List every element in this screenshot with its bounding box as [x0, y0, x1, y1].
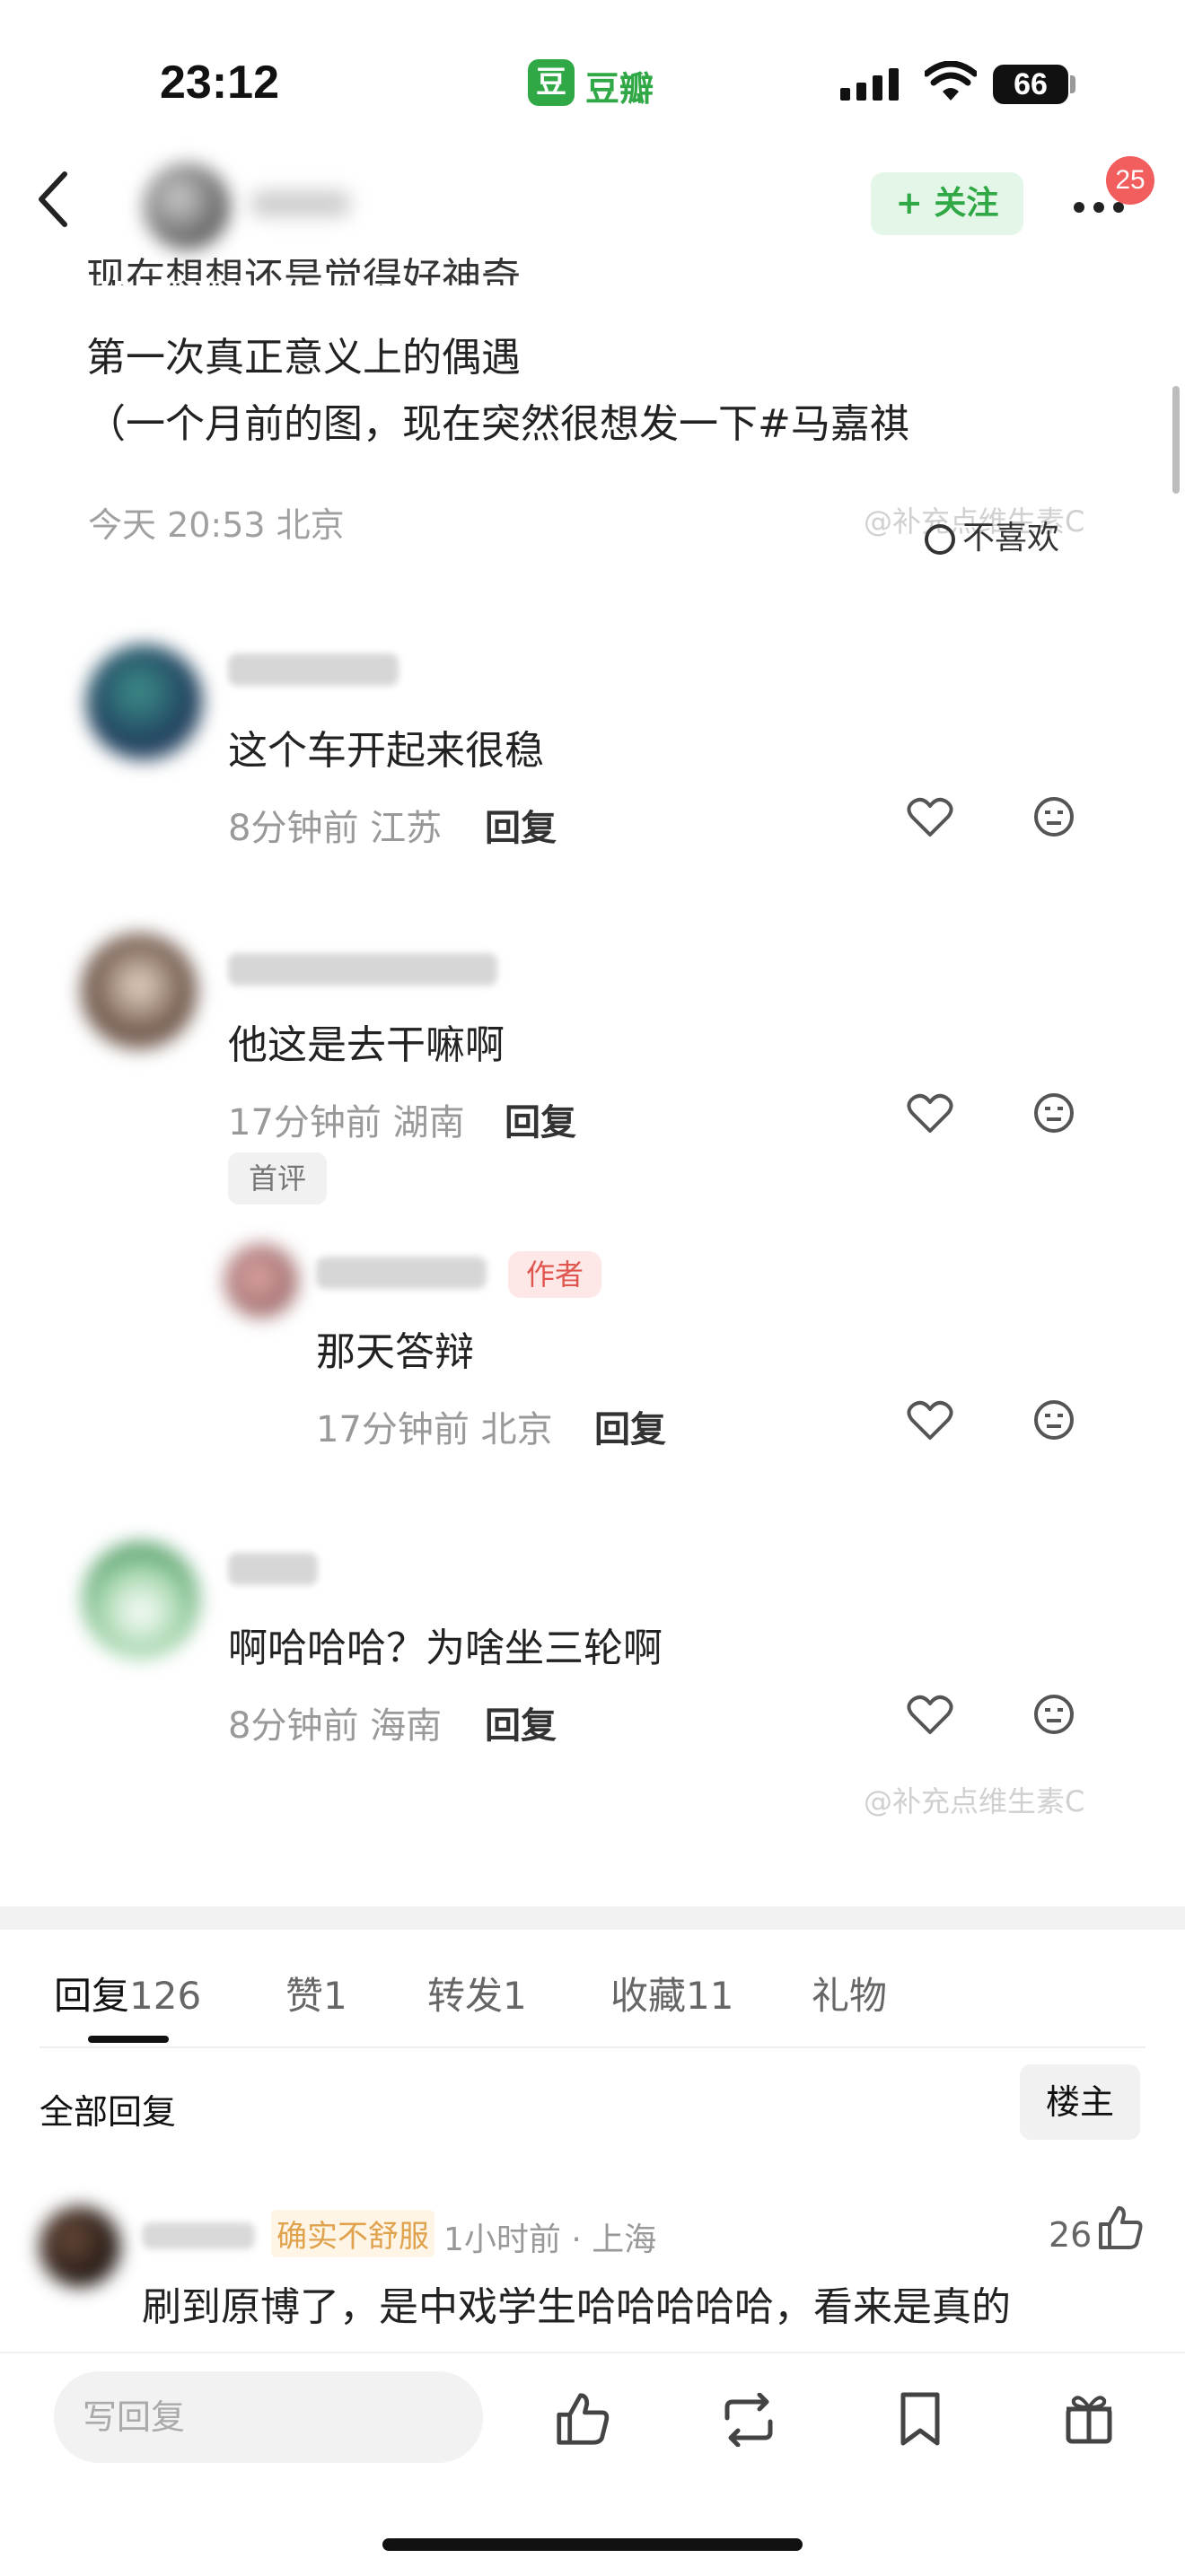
battery-tip [1070, 75, 1075, 93]
author-badge: 作者 [508, 1251, 601, 1298]
tab-likes[interactable]: 赞1 [285, 1966, 347, 2020]
tab-collections[interactable]: 收藏11 [610, 1966, 733, 2020]
comment-avatar[interactable] [86, 644, 203, 761]
reply-meta: 17分钟前 北京 [316, 1409, 553, 1450]
reply-like-count: 26 [1049, 2215, 1093, 2255]
reply-button[interactable]: 回复 [594, 1400, 666, 1452]
douban-app-icon: 豆 [528, 59, 575, 106]
reply-username-blurred[interactable] [316, 1257, 487, 1289]
reply-button[interactable]: 回复 [485, 1696, 557, 1748]
active-tab-indicator [88, 2036, 169, 2043]
cellular-signal-icon [840, 68, 905, 104]
wifi-icon [923, 60, 979, 106]
dislike-face-icon[interactable] [1032, 1091, 1075, 1138]
reply-avatar[interactable] [224, 1244, 298, 1318]
comment-text: 他这是去干嘛啊 [228, 1022, 505, 1068]
comment-username-blurred[interactable] [228, 1553, 318, 1585]
all-replies-label: 全部回复 [40, 2092, 177, 2132]
dislike-face-icon[interactable] [1032, 795, 1075, 842]
reply-meta: 1小时前 · 上海 [443, 2221, 657, 2258]
neutral-face-icon [925, 524, 955, 555]
heart-icon[interactable] [907, 797, 953, 842]
tab-gifts[interactable]: 礼物 [812, 1966, 887, 2020]
dislike-button[interactable]: 不喜欢 [925, 512, 1059, 558]
dislike-face-icon[interactable] [1032, 1693, 1075, 1739]
divider [40, 2046, 1146, 2048]
owner-only-button[interactable]: 楼主 [1020, 2064, 1140, 2140]
comment-avatar[interactable] [81, 933, 198, 1050]
dislike-label: 不喜欢 [962, 520, 1060, 556]
status-time: 23:12 [160, 57, 279, 109]
poster-name-blurred[interactable] [251, 190, 350, 217]
reply-text: 那天答辩 [316, 1329, 474, 1375]
thumbs-up-icon[interactable] [1097, 2204, 1144, 2255]
heart-icon[interactable] [907, 1093, 953, 1138]
post-partial-line: 现在想想还是觉得好神奇 [86, 255, 521, 285]
bookmark-icon[interactable] [898, 2391, 943, 2450]
comment-avatar[interactable] [83, 1542, 199, 1659]
comment-text: 这个车开起来很稳 [228, 728, 544, 774]
follow-button[interactable]: + 关注 [871, 172, 1023, 235]
gift-icon[interactable] [1063, 2389, 1115, 2449]
comment-username-blurred[interactable] [228, 953, 497, 986]
post-time-location: 今天 20:53 北京 [88, 505, 345, 545]
reply-avatar[interactable] [40, 2206, 120, 2287]
reply-text: 刷到原博了，是中戏学生哈哈哈哈哈，看来是真的 [142, 2284, 1011, 2330]
watermark: @补充点维生素C [864, 1784, 1085, 1818]
post-line: 第一次真正意义上的偶遇 [86, 335, 521, 381]
comment-meta: 8分钟前 海南 [228, 1705, 443, 1747]
thumbs-up-icon[interactable] [555, 2391, 610, 2450]
section-divider [0, 1906, 1185, 1930]
home-indicator[interactable] [382, 2538, 803, 2551]
heart-icon[interactable] [907, 1695, 953, 1739]
battery-indicator: 66 [993, 65, 1068, 104]
comment-username-blurred[interactable] [228, 653, 399, 686]
tab-replies[interactable]: 回复126 [54, 1966, 201, 2020]
post-line: （一个月前的图，现在突然很想发一下#马嘉祺 [86, 401, 909, 447]
scrollbar[interactable] [1172, 386, 1180, 494]
reply-button[interactable]: 回复 [505, 1093, 576, 1145]
dislike-face-icon[interactable] [1032, 1398, 1075, 1445]
comment-meta: 8分钟前 江苏 [228, 808, 443, 849]
repost-icon[interactable] [718, 2392, 779, 2450]
reply-username-blurred[interactable] [142, 2222, 255, 2249]
heart-icon[interactable] [907, 1400, 953, 1445]
app-name: 豆瓣 [585, 69, 654, 109]
user-status-tag: 确实不舒服 [271, 2210, 434, 2257]
comment-meta: 17分钟前 湖南 [228, 1102, 465, 1143]
notification-badge: 25 [1106, 156, 1154, 205]
reply-button[interactable]: 回复 [485, 799, 557, 851]
first-comment-badge: 首评 [228, 1152, 327, 1205]
back-chevron-icon[interactable] [36, 171, 72, 232]
comment-text: 啊哈哈哈？为啥坐三轮啊 [228, 1625, 663, 1671]
tab-reposts[interactable]: 转发1 [427, 1966, 527, 2020]
reply-input[interactable]: 写回复 [54, 2371, 483, 2463]
